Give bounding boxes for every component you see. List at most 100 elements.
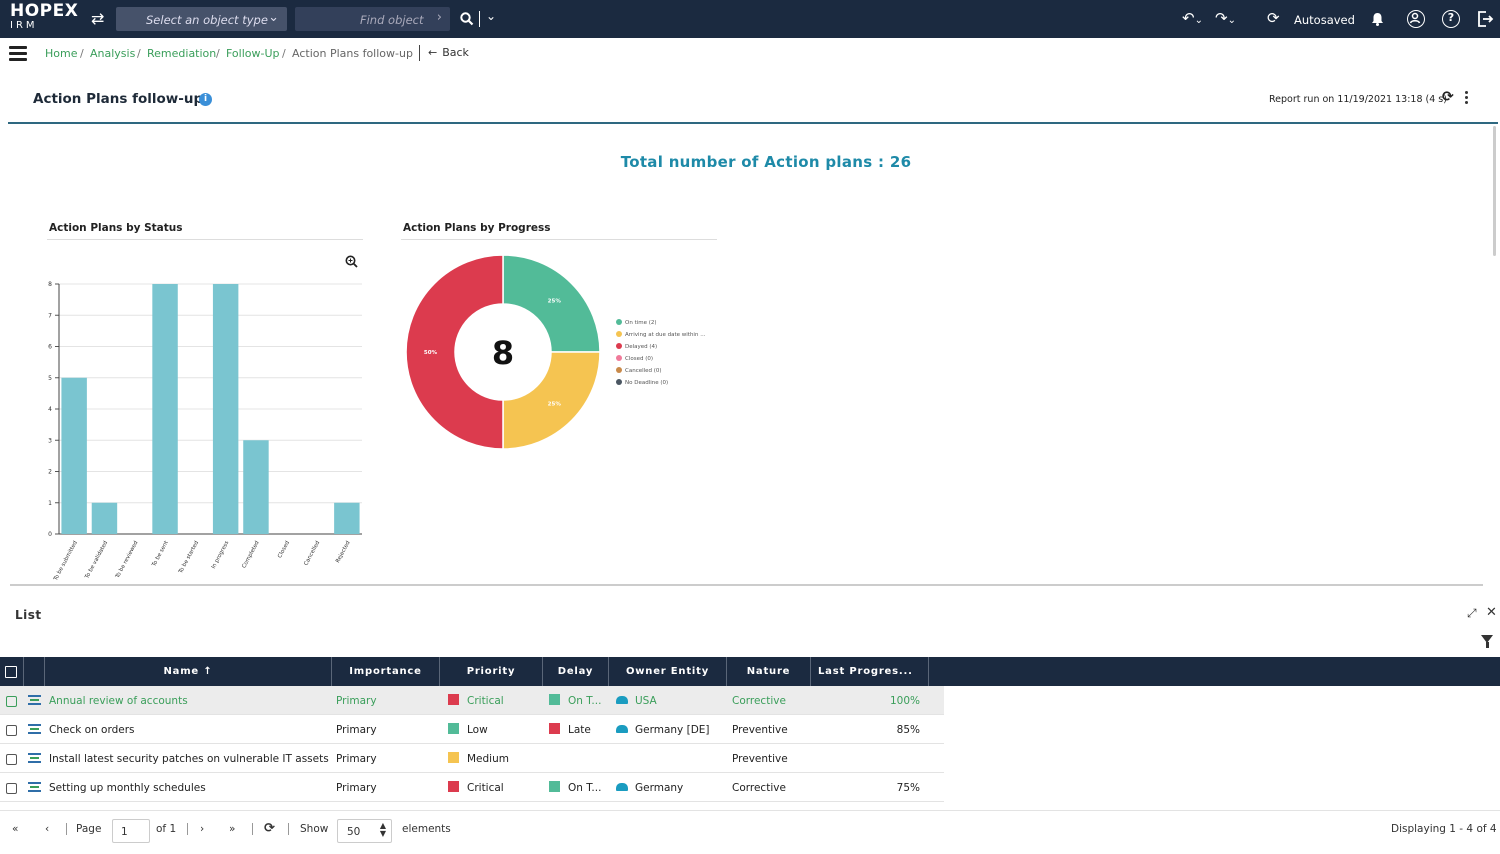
entity-icon: [616, 725, 628, 733]
breadcrumb-analysis[interactable]: Analysis: [90, 47, 135, 60]
logo[interactable]: HOPEX IRM: [10, 3, 78, 31]
prev-page-icon[interactable]: ‹: [45, 823, 49, 835]
close-icon[interactable]: ✕: [1486, 605, 1497, 620]
refresh-list-icon[interactable]: ⟳: [264, 821, 275, 836]
info-icon[interactable]: i: [199, 93, 212, 106]
total-action-plans: Total number of Action plans : 26: [620, 153, 912, 171]
more-options-icon[interactable]: [1465, 91, 1468, 106]
breadcrumb-separator: /: [216, 47, 220, 60]
action-plan-icon: [28, 695, 41, 706]
object-type-select[interactable]: Select an object type ⌄: [116, 7, 287, 31]
cell-nature: Preventive: [732, 724, 788, 736]
priority-color-icon: [448, 723, 459, 734]
donut-chart-title: Action Plans by Progress: [403, 222, 551, 234]
delay-color-icon: [549, 723, 560, 734]
column-header-importance[interactable]: Importance: [332, 657, 440, 686]
breadcrumb-separator: /: [137, 47, 141, 60]
find-object-input[interactable]: Find object ›: [295, 7, 450, 31]
cell-name[interactable]: Annual review of accounts: [49, 695, 329, 707]
legend-label: On time (2): [625, 320, 657, 326]
cell-priority: Medium: [467, 753, 509, 765]
next-page-icon[interactable]: ›: [200, 823, 204, 835]
column-header-name[interactable]: Name ↑: [45, 657, 332, 686]
table-row[interactable]: Check on orders Primary Low Late Germany [DE…: [0, 715, 944, 744]
page-size-input[interactable]: 50 ▲ ▼: [337, 819, 392, 843]
divider: [401, 239, 717, 240]
stepper-icon[interactable]: ▲ ▼: [380, 822, 386, 838]
bar: [243, 440, 269, 534]
autosaved-status: Autosaved: [1294, 13, 1355, 27]
select-all-checkbox[interactable]: [5, 666, 17, 678]
swap-icon[interactable]: ⇄: [91, 11, 104, 27]
cell-owner-entity[interactable]: Germany [DE]: [635, 724, 710, 736]
page-number-input[interactable]: 1: [112, 819, 150, 843]
column-header-owner-entity[interactable]: Owner Entity: [609, 657, 727, 686]
table-row[interactable]: Setting up monthly schedules Primary Criti…: [0, 773, 944, 802]
priority-color-icon: [448, 781, 459, 792]
bar: [212, 284, 239, 534]
column-header-nature[interactable]: Nature: [727, 657, 811, 686]
user-icon[interactable]: [1407, 10, 1425, 28]
cell-owner-entity[interactable]: USA: [635, 695, 657, 707]
cell-name[interactable]: Install latest security patches on vulne…: [49, 753, 329, 765]
help-icon[interactable]: ?: [1442, 10, 1460, 28]
back-label: Back: [442, 46, 469, 59]
column-header-last-progress[interactable]: Last Progres...: [811, 657, 929, 686]
table-row[interactable]: Install latest security patches on vulne…: [0, 744, 944, 773]
find-object-placeholder: Find object: [360, 13, 424, 27]
last-page-icon[interactable]: »: [229, 823, 235, 835]
cell-last-progress: 75%: [896, 782, 920, 794]
first-page-icon[interactable]: «: [12, 823, 18, 835]
bell-icon[interactable]: [1371, 12, 1384, 26]
table-row[interactable]: Annual review of accounts Primary Critical…: [0, 686, 944, 715]
search-icon[interactable]: [460, 12, 474, 26]
column-header-delay[interactable]: Delay: [543, 657, 609, 686]
logout-icon[interactable]: [1476, 10, 1494, 28]
y-tick-label: 5: [48, 375, 52, 382]
breadcrumb-follow-up[interactable]: Follow-Up: [226, 47, 280, 60]
page-size-value: 50: [347, 826, 361, 838]
menu-icon[interactable]: [9, 46, 27, 61]
cell-owner-entity[interactable]: Germany: [635, 782, 683, 794]
divider: [419, 45, 420, 61]
breadcrumb-bar: Home / Analysis / Remediation / Follow-U…: [0, 38, 1500, 70]
icon-column: [24, 657, 45, 686]
select-all-column: [0, 657, 24, 686]
row-checkbox[interactable]: [6, 754, 17, 765]
arrow-left-icon: ←: [428, 46, 438, 59]
breadcrumb-current: Action Plans follow-up: [292, 47, 413, 60]
breadcrumb-home[interactable]: Home: [45, 47, 77, 60]
donut-slice: [405, 254, 504, 450]
search-options-chevron-icon[interactable]: ⌄: [486, 10, 496, 22]
column-label: Name: [163, 666, 200, 677]
undo-icon[interactable]: ↶⌄: [1182, 11, 1203, 26]
entity-icon: [616, 696, 628, 704]
refresh-icon[interactable]: ⟳: [1442, 89, 1454, 105]
legend-marker: [616, 319, 622, 325]
cell-name[interactable]: Check on orders: [49, 724, 329, 736]
column-header-priority[interactable]: Priority: [440, 657, 543, 686]
legend-marker: [616, 367, 622, 373]
row-checkbox[interactable]: [6, 783, 17, 794]
bar-chart-title: Action Plans by Status: [49, 222, 183, 234]
row-checkbox[interactable]: [6, 725, 17, 736]
x-tick-label: To be submitted: [52, 540, 78, 583]
back-button[interactable]: ← Back: [428, 46, 469, 59]
cell-priority: Critical: [467, 695, 504, 707]
cell-name[interactable]: Setting up monthly schedules: [49, 782, 329, 794]
bar: [152, 284, 178, 534]
y-tick-label: 8: [48, 281, 52, 288]
bar: [91, 502, 118, 534]
list-title: List: [15, 608, 42, 622]
sync-icon[interactable]: ⟳: [1267, 11, 1280, 26]
priority-color-icon: [448, 752, 459, 763]
expand-icon[interactable]: ⤢: [1467, 606, 1477, 621]
x-tick-label: To be reviewed: [114, 540, 139, 580]
filter-icon[interactable]: [1481, 635, 1493, 648]
horizontal-scrollbar[interactable]: [10, 584, 1483, 586]
breadcrumb-remediation[interactable]: Remediation: [147, 47, 216, 60]
scrollbar[interactable]: [1493, 126, 1496, 256]
row-checkbox[interactable]: [6, 696, 17, 707]
bar: [334, 502, 360, 534]
redo-icon[interactable]: ↷⌄: [1215, 11, 1236, 26]
